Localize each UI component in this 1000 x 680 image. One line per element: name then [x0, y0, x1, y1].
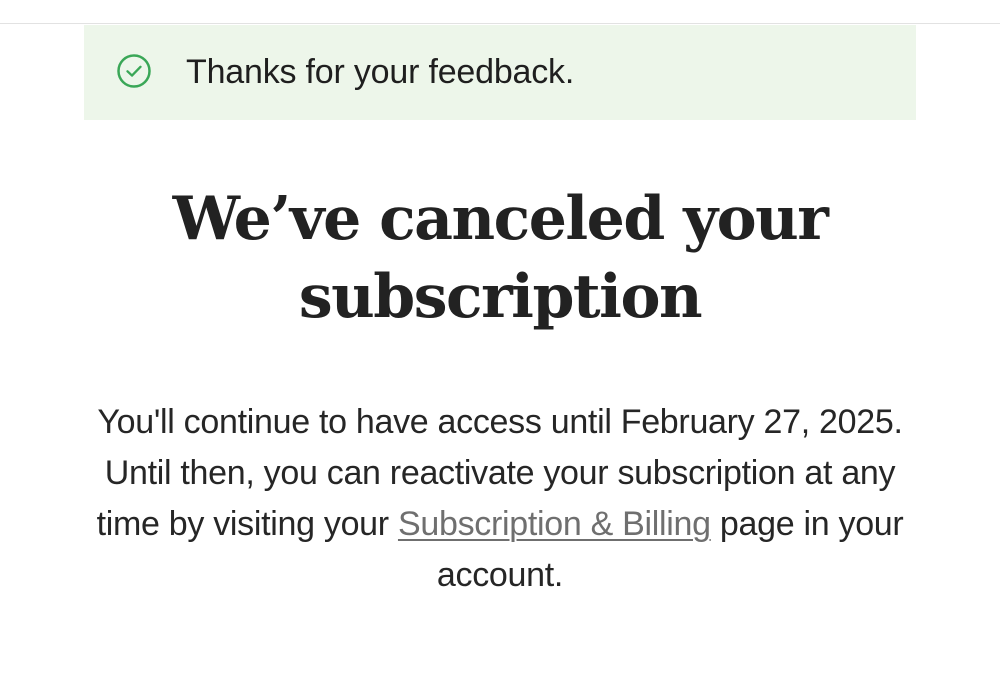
toast-message: Thanks for your feedback.	[186, 53, 575, 91]
subscription-billing-link[interactable]: Subscription & Billing	[398, 505, 711, 543]
check-circle-icon	[117, 54, 151, 88]
page-title: We’ve canceled your subscription	[100, 180, 900, 336]
page-title-line-1: We’ve canceled your	[172, 184, 829, 254]
page-title-line-2: subscription	[298, 262, 703, 332]
access-message: You'll continue to have access until Feb…	[80, 397, 920, 601]
top-divider	[0, 23, 1000, 24]
cancellation-confirmation-page: Thanks for your feedback. We’ve canceled…	[0, 0, 1000, 680]
